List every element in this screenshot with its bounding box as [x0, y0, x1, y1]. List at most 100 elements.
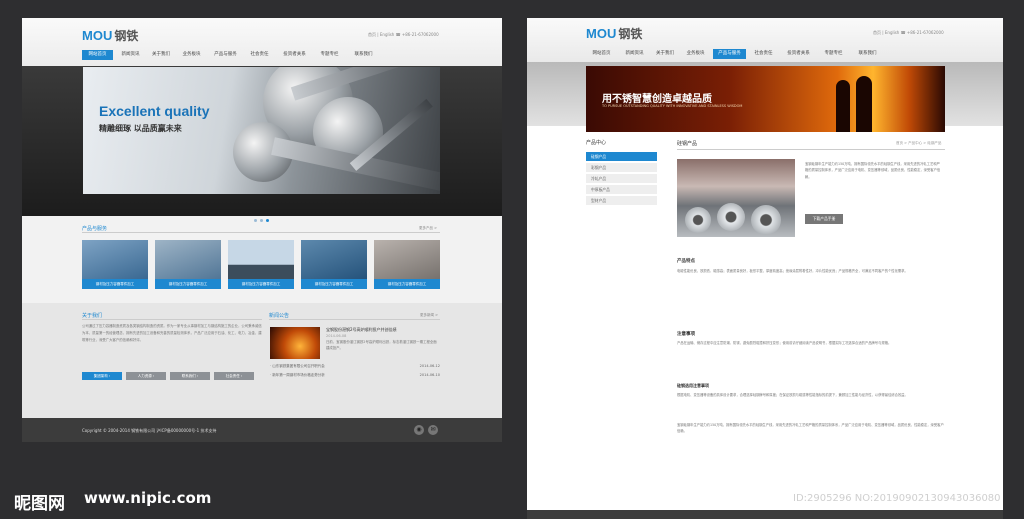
watermark-id: ID:2905296 NO:20190902130943036080 [793, 493, 1001, 504]
section-features-text: 电磁性能优良，铁损低、磁感高；表面质量良好，板形平整，厚度精度高；绝缘涂层附着性… [677, 269, 908, 273]
section-features-title: 产品特点 [677, 259, 695, 264]
about-button-4[interactable]: 社会责任 › [214, 372, 254, 380]
nav-item-5[interactable]: 产品与服务 [713, 49, 746, 59]
top-links[interactable]: 首页 | English ☎ +86-21-67062000 [368, 32, 439, 38]
divider [82, 319, 262, 320]
sidebar-item-3[interactable]: 冷轧产品 [586, 174, 657, 183]
slider-dot[interactable] [254, 219, 257, 222]
banner-subtitle: 精雕细琢 以品质赢未来 [99, 124, 182, 133]
main-nav: 网站首页 新闻资讯 关于我们 业务板块 产品与服务 社会责任 投资者关系 专题专栏 联系我们 [82, 50, 380, 60]
about-text: 公司通过了压力容器制造资质及各类钢结构制造的资质。作为一家专业从事钢材加工与钢结… [82, 324, 262, 342]
divider [677, 149, 945, 150]
news-item[interactable]: · 山东钢铁集团有限公司召开职代会 2014-06-12 [270, 364, 440, 369]
product-card-caption: 钢材及压力容器零件加工 [155, 279, 221, 289]
nav-item-4[interactable]: 业务板块 [176, 50, 207, 60]
banner-title: Excellent quality [99, 103, 210, 119]
nav-item-7[interactable]: 投资者关系 [781, 49, 816, 59]
product-card[interactable]: 钢材及压力容器零件加工 [301, 240, 367, 289]
footer [527, 510, 1003, 519]
nav-item-7[interactable]: 投资者关系 [277, 50, 312, 60]
content-title: 硅钢产品 [677, 141, 698, 147]
news-more-link[interactable]: 更多新闻 > [420, 313, 438, 318]
slider-dot[interactable] [266, 219, 269, 222]
about-button-3[interactable]: 联系我们 › [170, 372, 210, 380]
homepage-mockup: MOU 钢铁 首页 | English ☎ +86-21-67062000 网站首… [22, 18, 502, 442]
watermark-logo: 昵图网 [14, 494, 65, 514]
sidebar-item-1[interactable]: 硅钢产品 [586, 152, 657, 161]
about-buttons: 集团架构 › 人力资源 › 联系我们 › 社会责任 › [82, 372, 254, 380]
news-featured-title[interactable]: 宝钢股份湛钢2号高炉顺利投产并创佳绩 [326, 327, 397, 333]
news-image[interactable] [270, 327, 320, 359]
sidebar-title: 产品中心 [586, 140, 607, 146]
banner-image: 用不锈智慧创造卓越品质 TO PURSUE OUTSTANDING QUALIT… [586, 66, 945, 132]
product-card-caption: 钢材及压力容器零件加工 [228, 279, 294, 289]
news-featured-text: 日前，宝钢股份湛江钢铁2号高炉顺利出铁，标志着湛江钢铁一期工程全面建成投产。 [326, 340, 437, 350]
nav-item-9[interactable]: 联系我们 [851, 49, 884, 59]
section-selection-text-cont: 宝钢硅钢年生产能力约150万吨，拥有国际领先水平的硅钢生产线，采用先进的冷轧工艺… [677, 423, 944, 434]
news-item-date: 2014-06-12 [419, 364, 440, 368]
nav-item-3[interactable]: 关于我们 [148, 50, 174, 60]
product-card-caption: 钢材及压力容器零件加工 [301, 279, 367, 289]
product-intro: 宝钢硅钢年生产能力约150万吨，拥有国际领先水平的硅钢生产线，采用先进的冷轧工艺… [805, 162, 941, 179]
section-notes-title: 注意事项 [677, 332, 695, 337]
watermark-url: www.nipic.com [84, 489, 212, 507]
section-selection-text: 根据电机、变压器等设备的具体设计要求，合理选择硅钢牌号和厚度；在保证铁损与磁感等… [677, 393, 908, 397]
news-item-title: · 山东钢铁集团有限公司召开职代会 [270, 364, 325, 368]
top-links[interactable]: 首页 | English ☎ +86-21-67062000 [873, 30, 944, 36]
news-item-title: · 新年第一周钢材市场价格走势分析 [270, 373, 325, 377]
nav-item-8[interactable]: 专题专栏 [314, 50, 345, 60]
about-button-1[interactable]: 集团架构 › [82, 372, 122, 380]
news-list: · 山东钢铁集团有限公司召开职代会 2014-06-12 · 新年第一周钢材市场价格… [270, 364, 440, 382]
download-manual-button[interactable]: 下载产品手册 [805, 214, 843, 224]
nav-item-3[interactable]: 关于我们 [652, 49, 678, 59]
nav-item-1[interactable]: 网站首页 [586, 49, 617, 59]
news-featured-date: 2014-06-08 [326, 334, 347, 338]
section-notes-text: 产品在运输、储存过程中应注意防潮、防锈，避免剧烈碰撞和挤压变形；使用前请仔细阅读… [677, 341, 892, 345]
product-image [677, 159, 795, 237]
wechat-icon[interactable]: ✉ [428, 425, 438, 435]
products-title: 产品与服务 [82, 226, 108, 232]
product-card[interactable]: 钢材及压力容器零件加工 [82, 240, 148, 289]
product-card[interactable]: 钢材及压力容器零件加工 [155, 240, 221, 289]
sidebar-item-4[interactable]: 中厚板产品 [586, 185, 657, 194]
nav-item-6[interactable]: 社会责任 [748, 49, 779, 59]
product-card-caption: 钢材及压力容器零件加工 [82, 279, 148, 289]
worker-silhouette [856, 76, 872, 132]
product-card[interactable]: 钢材及压力容器零件加工 [374, 240, 440, 289]
slider-dots [254, 207, 272, 226]
worker-silhouette [836, 80, 850, 132]
sidebar-item-5[interactable]: 型材产品 [586, 196, 657, 205]
nav-item-2[interactable]: 新闻资讯 [115, 50, 146, 60]
product-page-mockup: MOU 钢铁 首页 | English ☎ +86-21-67062000 网站首… [527, 18, 1003, 519]
divider [269, 319, 440, 320]
product-card-caption: 钢材及压力容器零件加工 [374, 279, 440, 289]
logo[interactable]: MOU 钢铁 [82, 27, 138, 44]
nav-item-4[interactable]: 业务板块 [680, 49, 711, 59]
nav-item-2[interactable]: 新闻资讯 [619, 49, 650, 59]
nav-item-5[interactable]: 产品与服务 [209, 50, 242, 60]
main-nav: 网站首页 新闻资讯 关于我们 业务板块 产品与服务 社会责任 投资者关系 专题专栏 联系我们 [586, 49, 884, 59]
news-title: 新闻公告 [269, 313, 290, 319]
about-title: 关于我们 [82, 313, 103, 319]
news-item[interactable]: · 新年第一周钢材市场价格走势分析 2014-06-10 [270, 373, 440, 378]
weibo-icon[interactable]: ◉ [414, 425, 424, 435]
banner-subtitle: TO PURSUE OUTSTANDING QUALITY WITH INNOV… [602, 104, 743, 108]
nav-item-9[interactable]: 联系我们 [347, 50, 380, 60]
breadcrumb[interactable]: 首页 > 产品中心 > 硅钢产品 [896, 141, 941, 146]
divider [82, 232, 440, 233]
products-more-link[interactable]: 更多产品 > [419, 226, 437, 231]
nav-item-1[interactable]: 网站首页 [82, 50, 113, 60]
logo[interactable]: MOU 钢铁 [586, 25, 642, 42]
sidebar-item-2[interactable]: 彩钢产品 [586, 163, 657, 172]
footer-copyright: Copyright © 2004-2014 钢铁有限公司 沪ICP备000000… [82, 428, 217, 433]
nav-item-8[interactable]: 专题专栏 [818, 49, 849, 59]
slider-dot[interactable] [260, 219, 263, 222]
section-selection-title: 硅钢选用注意事项 [677, 383, 709, 388]
sidebar-menu: 硅钢产品彩钢产品冷轧产品中厚板产品型材产品 [586, 152, 657, 207]
product-card[interactable]: 钢材及压力容器零件加工 [228, 240, 294, 289]
news-item-date: 2014-06-10 [419, 373, 440, 377]
about-button-2[interactable]: 人力资源 › [126, 372, 166, 380]
banner-title: 用不锈智慧创造卓越品质 [602, 94, 712, 105]
nav-item-6[interactable]: 社会责任 [244, 50, 275, 60]
banner-image: Excellent quality 精雕细琢 以品质赢未来 [83, 67, 440, 194]
